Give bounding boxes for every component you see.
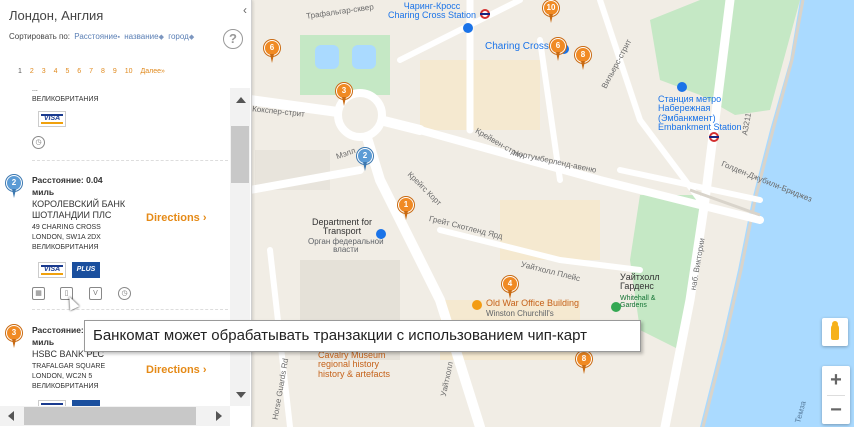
directions-link[interactable]: Directions › xyxy=(146,364,207,376)
atm-pin-3[interactable]: 3 xyxy=(336,83,352,107)
map-label-old-war-office[interactable]: Old War Office Building xyxy=(486,298,579,308)
map-label-charing-cross[interactable]: Charing Cross xyxy=(485,41,549,53)
grid-icon[interactable]: ▦ xyxy=(32,287,45,300)
sort-arrow-icon: ◆ xyxy=(188,34,195,41)
page-1[interactable]: 1 xyxy=(18,68,22,75)
sort-by-city[interactable]: город xyxy=(168,32,189,41)
page-4[interactable]: 4 xyxy=(54,68,58,75)
entry-pin-3: 3 xyxy=(6,325,22,349)
scroll-up-arrow-icon[interactable] xyxy=(236,97,246,103)
entry-address2: LONDON, WC2N 5 xyxy=(32,373,93,380)
chevron-left-icon[interactable]: ‹ xyxy=(238,2,252,18)
entry-name-line2: ШОТЛАНДИИ ПЛС xyxy=(32,210,112,220)
atm-pin-8[interactable]: 8 xyxy=(575,47,591,71)
entry-name-line1: КОРОЛЕВСКИЙ БАНК xyxy=(32,199,126,209)
page-2[interactable]: 2 xyxy=(30,68,34,75)
clock-icon[interactable]: ◷ xyxy=(118,287,131,300)
atm-results-panel: ‹ Лондон, Англия Сортировать по: Расстоя… xyxy=(0,0,252,427)
entry-distance: Расстояние: 0.04 xyxy=(32,175,103,185)
sort-row: Сортировать по: Расстояние▪ название◆ го… xyxy=(9,32,195,41)
sort-label: Сортировать по: xyxy=(9,32,71,41)
page-7[interactable]: 7 xyxy=(89,68,93,75)
scroll-right-arrow-icon[interactable] xyxy=(216,411,222,421)
entry-address1: 49 CHARING CROSS xyxy=(32,224,101,231)
clock-icon[interactable]: ◷ xyxy=(32,136,45,149)
map-label-dept-transport[interactable]: Department for Transport xyxy=(312,217,372,237)
museum-icon[interactable] xyxy=(472,300,482,310)
page-9[interactable]: 9 xyxy=(113,68,117,75)
scroll-down-arrow-icon[interactable] xyxy=(236,392,246,398)
rail-station-icon[interactable] xyxy=(463,23,473,33)
scroll-thumb-horizontal[interactable] xyxy=(24,407,196,425)
entry-country: ВЕЛИКОБРИТАНИЯ xyxy=(32,383,99,390)
sort-by-distance[interactable]: Расстояние xyxy=(74,32,117,41)
deposit-icon[interactable]: V xyxy=(89,287,102,300)
scroll-thumb[interactable] xyxy=(231,126,249,183)
atm-list[interactable]: ... ВЕЛИКОБРИТАНИЯ VISA ◷ 2 Расстояние: … xyxy=(0,88,230,406)
atm-pin-6b[interactable]: 6 xyxy=(550,38,566,62)
entry-distance-unit: миль xyxy=(32,187,55,197)
directions-link[interactable]: Directions › xyxy=(146,212,207,224)
government-building-icon[interactable] xyxy=(376,229,386,239)
metro-station-icon[interactable] xyxy=(677,82,687,92)
entry-distance: Расстояние: xyxy=(32,325,84,335)
vertical-scrollbar[interactable] xyxy=(230,88,250,406)
sort-arrow-icon: ◆ xyxy=(158,34,164,41)
map-label-winston: Winston Churchill's xyxy=(486,309,554,318)
horizontal-scrollbar[interactable] xyxy=(0,406,230,426)
page-3[interactable]: 3 xyxy=(42,68,46,75)
help-icon[interactable]: ? xyxy=(223,29,243,49)
visa-card-icon: VISA xyxy=(38,111,66,127)
entry-pin-2: 2 xyxy=(6,175,22,199)
map-label-cavalry[interactable]: Cavalry Museum regional history history … xyxy=(318,350,390,379)
entry-address2: LONDON, SW1A 2DX xyxy=(32,234,101,241)
map-label-dept-transport-ru: Орган федеральной власти xyxy=(308,237,384,255)
street-view-pegman-icon[interactable] xyxy=(822,318,848,346)
zoom-in-button[interactable]: + xyxy=(822,366,850,395)
chip-card-tooltip: Банкомат может обрабатывать транзакции с… xyxy=(84,320,641,352)
zoom-control: + − xyxy=(822,366,850,424)
map-label-charing-cross-station[interactable]: Чаринг-Кросс Charing Cross Station xyxy=(388,1,476,21)
scroll-left-arrow-icon[interactable] xyxy=(8,411,14,421)
panel-title: Лондон, Англия xyxy=(9,8,104,23)
atm-pin-1[interactable]: 1 xyxy=(398,197,414,221)
plus-card-icon: PLUS xyxy=(72,262,100,278)
entry-country: ВЕЛИКОБРИТАНИЯ xyxy=(32,96,99,103)
entry-country: ВЕЛИКОБРИТАНИЯ xyxy=(32,244,99,251)
entry-name-tail: ... xyxy=(32,88,38,93)
atm-pin-8b[interactable]: 8 xyxy=(576,351,592,375)
page-next[interactable]: Далее» xyxy=(140,68,164,75)
map-label-whitehall-en[interactable]: Whitehall & Gardens xyxy=(620,295,655,310)
atm-pin-10[interactable]: 10 xyxy=(543,0,559,24)
zoom-out-button[interactable]: − xyxy=(822,396,850,425)
pagination: 1 2 3 4 5 6 7 8 9 10 Далее» xyxy=(18,68,171,75)
map-label-embankment[interactable]: Станция метро Набережная (Эмбанкмент) Em… xyxy=(658,94,742,133)
entry-distance-unit: миль xyxy=(32,337,55,347)
atm-pin-4[interactable]: 4 xyxy=(502,276,518,300)
park-icon[interactable] xyxy=(611,302,621,312)
page-10[interactable]: 10 xyxy=(125,68,133,75)
entry-address1: TRAFALGAR SQUARE xyxy=(32,363,106,370)
map-label-whitehall-gardens: Уайтхолл Гарденс xyxy=(620,272,660,292)
metro-icon[interactable] xyxy=(480,9,490,19)
atm-pin-2-selected[interactable]: 2 xyxy=(357,148,373,172)
page-6[interactable]: 6 xyxy=(77,68,81,75)
sort-by-name[interactable]: название xyxy=(124,32,158,41)
page-5[interactable]: 5 xyxy=(65,68,69,75)
atm-pin-6[interactable]: 6 xyxy=(264,40,280,64)
metro-icon[interactable] xyxy=(709,132,719,142)
page-8[interactable]: 8 xyxy=(101,68,105,75)
visa-card-icon: VISA xyxy=(38,262,66,278)
